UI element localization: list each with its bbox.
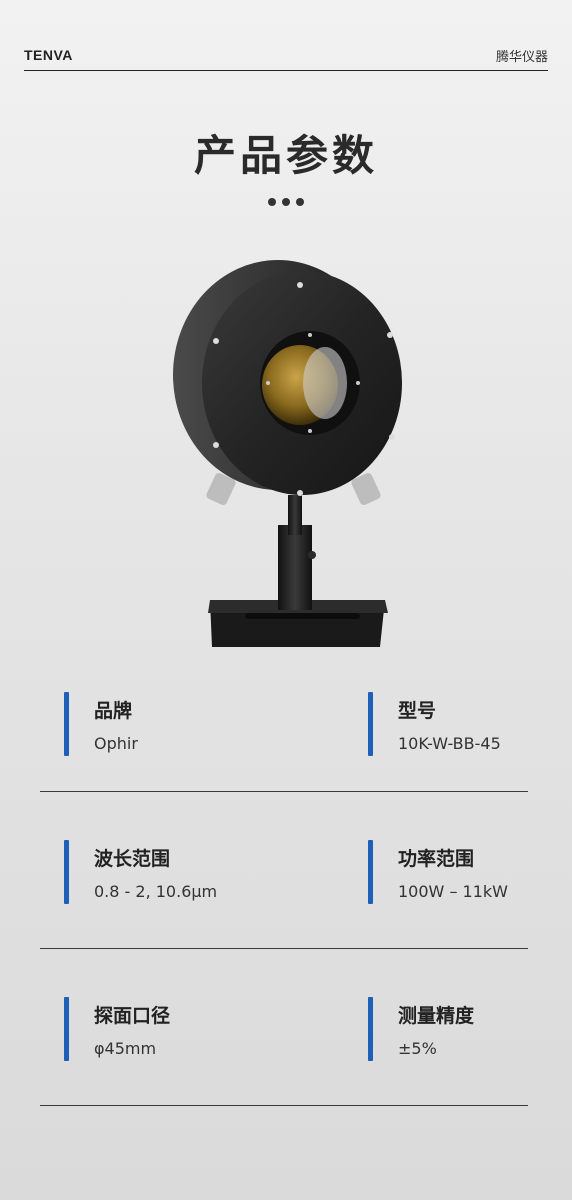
accent-bar [368,997,373,1061]
spec-accuracy: 测量精度 ±5% [368,997,568,1061]
spec-row: 品牌 Ophir 型号 10K-W-BB-45 [40,680,528,792]
spec-wavelength-range: 波长范围 0.8 - 2, 10.6μm [64,840,264,904]
title-dots-divider [0,198,572,206]
spec-row: 波长范围 0.8 - 2, 10.6μm 功率范围 100W – 11kW [40,792,528,949]
accent-bar [64,840,69,904]
spec-value: ±5% [398,1039,437,1058]
page-title: 产品参数 [193,131,378,180]
accent-bar [64,997,69,1061]
spec-label: 品牌 [94,700,133,722]
accent-bar [64,692,69,756]
spec-brand: 品牌 Ophir [64,692,264,756]
spec-value: φ45mm [94,1039,157,1058]
dot [282,198,290,206]
spec-label: 测量精度 [398,1005,475,1027]
spec-value: 10K-W-BB-45 [398,734,501,753]
brand-logo-text: TENVA [24,47,73,63]
spec-label: 探面口径 [94,1005,171,1027]
company-name: 腾华仪器 [495,49,548,65]
spec-label: 波长范围 [94,848,171,870]
dot [268,198,276,206]
spec-power-range: 功率范围 100W – 11kW [368,840,568,904]
spec-value: 100W – 11kW [398,882,508,901]
spec-label: 功率范围 [398,848,475,870]
spec-label: 型号 [398,700,437,722]
spec-row: 探面口径 φ45mm 测量精度 ±5% [40,949,528,1106]
page-header: TENVA 腾华仪器 [24,40,548,71]
accent-bar [368,840,373,904]
spec-model: 型号 10K-W-BB-45 [368,692,568,756]
dot [296,198,304,206]
spec-table: 品牌 Ophir 型号 10K-W-BB-45 波长范围 0.8 - 2, 10… [40,680,528,1106]
product-image-power-meter [173,260,402,647]
accent-bar [368,692,373,756]
spec-value: Ophir [94,734,138,753]
spec-aperture: 探面口径 φ45mm [64,997,264,1061]
spec-value: 0.8 - 2, 10.6μm [94,882,218,901]
